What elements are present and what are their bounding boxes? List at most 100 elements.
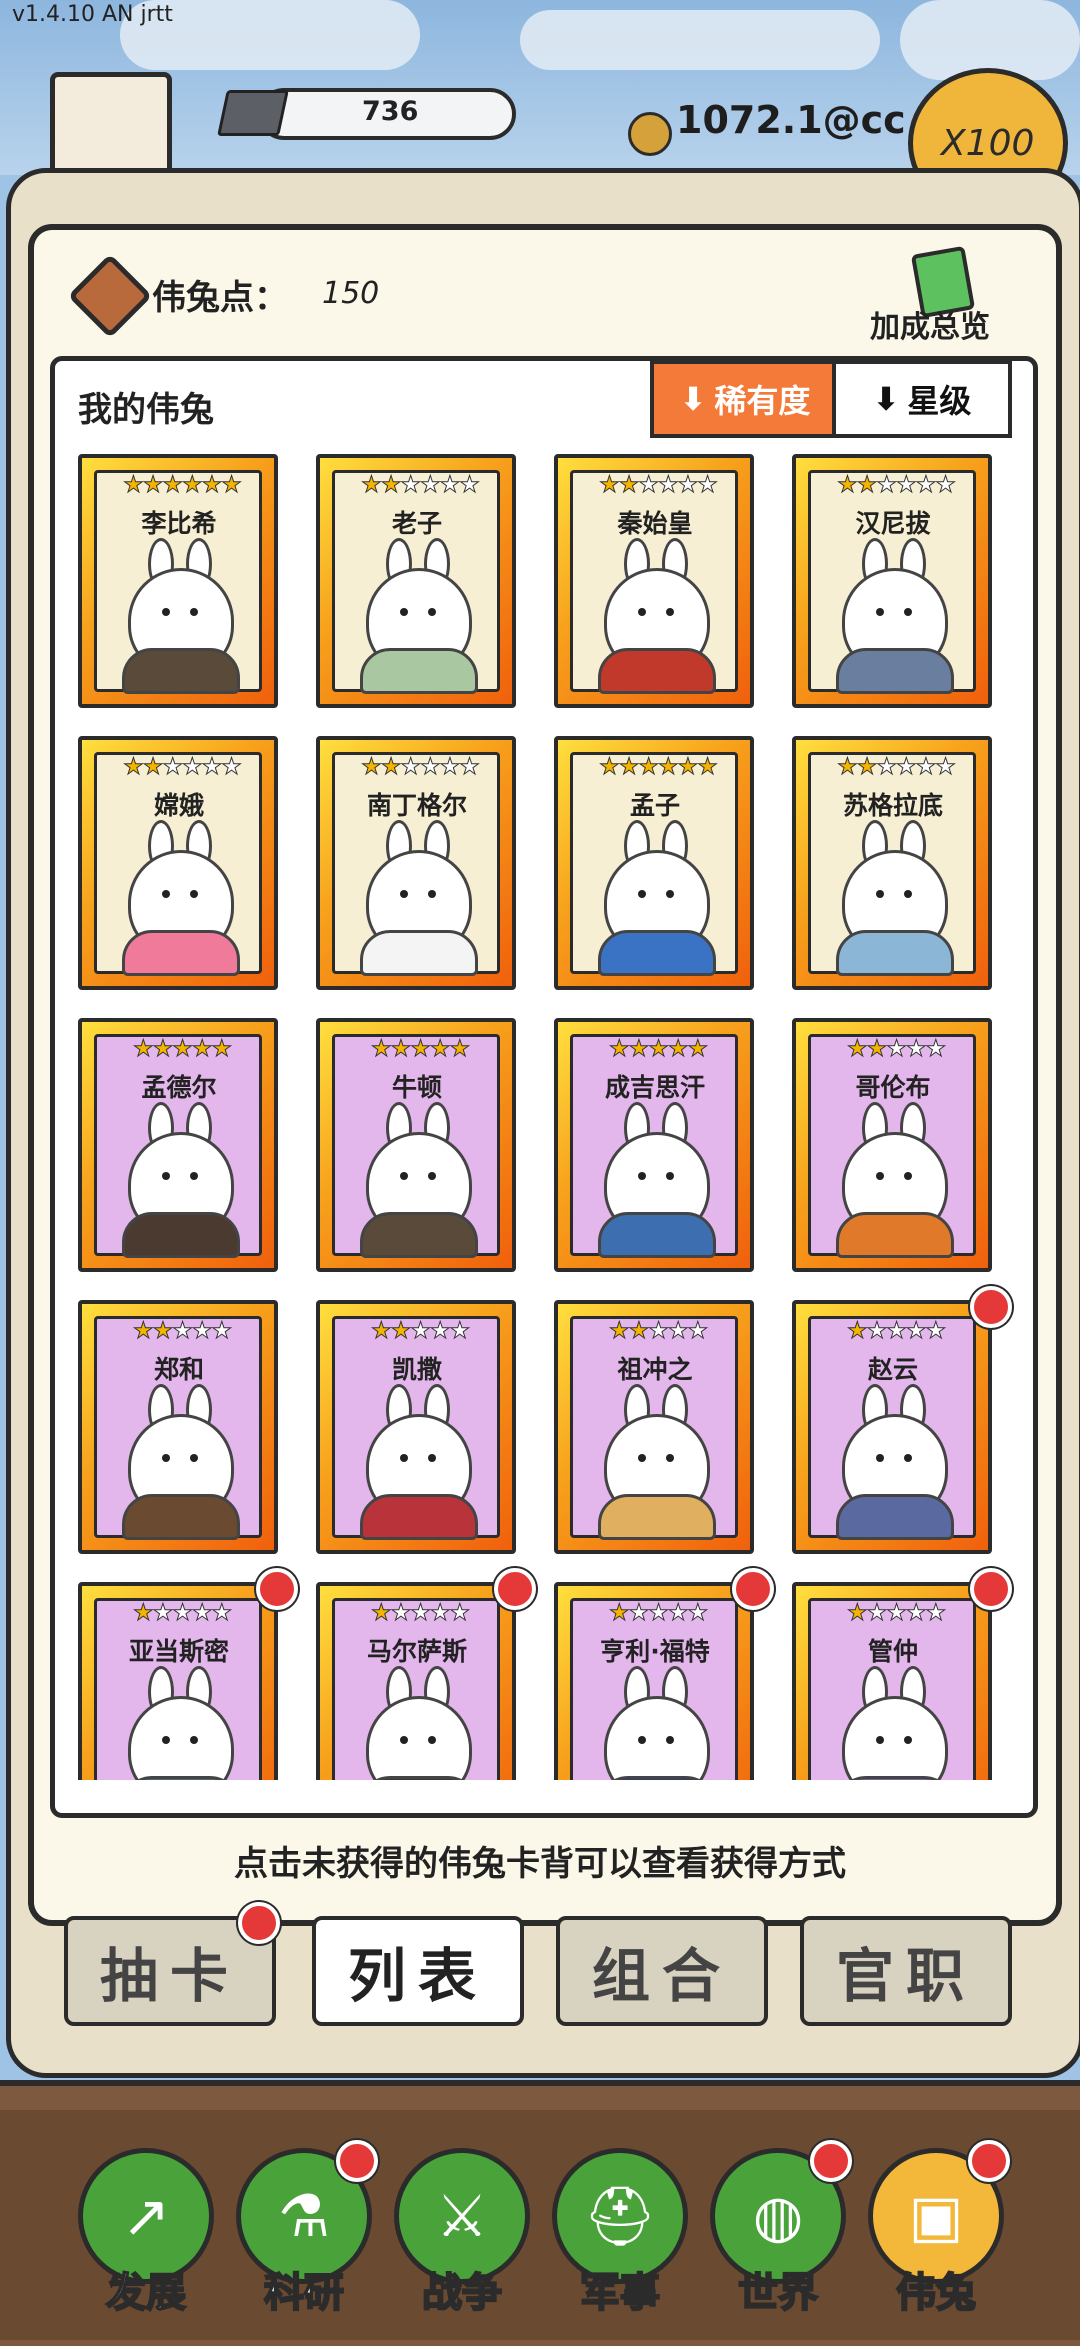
notification-dot: [968, 2140, 1010, 2182]
bunny-eye: [638, 1736, 646, 1744]
card-name: 牛顿: [391, 1073, 442, 1102]
star-icon: ★: [400, 754, 422, 781]
nav-label: 发展: [105, 2269, 187, 2317]
card-name: 李比希: [141, 509, 217, 538]
star-icon: ★: [648, 1036, 670, 1063]
bunny-eye: [904, 1736, 912, 1744]
tab-office[interactable]: 官职: [800, 1916, 1012, 2026]
bunny-card[interactable]: ★★★★★★ 汉尼拔: [792, 454, 992, 708]
tab-combo[interactable]: 组合: [556, 1916, 768, 2026]
star-icon: ★: [211, 1318, 233, 1345]
card-stars: ★★★★★: [576, 1318, 740, 1345]
star-icon: ★: [677, 472, 699, 499]
bunny-card[interactable]: ★★★★★ 牛顿: [316, 1018, 516, 1272]
bunny-card[interactable]: ★★★★★★ 李比希: [78, 454, 278, 708]
bunny-card[interactable]: ★★★★★ 赵云: [792, 1300, 992, 1554]
star-icon: ★: [876, 472, 898, 499]
star-icon: ★: [172, 1600, 194, 1627]
bunny-eye: [638, 608, 646, 616]
star-icon: ★: [667, 1600, 689, 1627]
card-name: 汉尼拔: [855, 509, 931, 538]
star-icon: ★: [866, 1600, 888, 1627]
star-icon: ★: [142, 472, 164, 499]
iron-ingot-icon: [217, 90, 289, 136]
star-icon: ★: [182, 472, 204, 499]
star-icon: ★: [925, 1036, 947, 1063]
card-stars: ★★★★★: [100, 1318, 264, 1345]
bunny-costume: [122, 1212, 240, 1258]
star-icon: ★: [172, 1318, 194, 1345]
bunny-card[interactable]: ★★★★★★ 孟子: [554, 736, 754, 990]
bunny-eye: [876, 1736, 884, 1744]
coin-amount: 1072.1@cc: [676, 98, 906, 142]
arrow-down-icon: ⬇: [872, 380, 900, 418]
bunny-eye: [400, 1172, 408, 1180]
bunny-points-label: 伟兔点：: [152, 278, 288, 318]
card-stars: ★★★★★★: [100, 472, 264, 499]
star-icon: ★: [628, 1036, 650, 1063]
star-icon: ★: [846, 1036, 868, 1063]
card-stars: ★★★★★: [100, 1600, 264, 1627]
bunny-eye: [400, 608, 408, 616]
sort-rarity-label: 稀有度: [714, 382, 811, 420]
nav-label: 世界: [737, 2269, 819, 2317]
bunny-eye: [428, 890, 436, 898]
notification-dot: [970, 1286, 1012, 1328]
star-icon: ★: [439, 754, 461, 781]
multiplier-label: X100: [941, 123, 1035, 164]
card-name: 凯撒: [391, 1355, 442, 1384]
bunny-eye: [904, 890, 912, 898]
bunny-costume: [598, 648, 716, 694]
card-stars: ★★★★★★: [338, 472, 502, 499]
star-icon: ★: [123, 472, 145, 499]
bunny-card[interactable]: ★★★★★ 哥伦布: [792, 1018, 992, 1272]
bunny-card[interactable]: ★★★★★ 管仲: [792, 1582, 992, 1780]
star-icon: ★: [420, 472, 442, 499]
star-icon: ★: [429, 1600, 451, 1627]
star-icon: ★: [638, 754, 660, 781]
star-icon: ★: [182, 754, 204, 781]
star-icon: ★: [608, 1318, 630, 1345]
bunny-card[interactable]: ★★★★★ 凯撒: [316, 1300, 516, 1554]
bunny-card[interactable]: ★★★★★ 成吉思汗: [554, 1018, 754, 1272]
star-icon: ★: [211, 1600, 233, 1627]
star-icon: ★: [599, 754, 621, 781]
bonus-overview-button[interactable]: 加成总览: [870, 302, 990, 346]
bunny-card[interactable]: ★★★★★ 祖冲之: [554, 1300, 754, 1554]
star-icon: ★: [410, 1036, 432, 1063]
bunny-card[interactable]: ★★★★★★ 嫦娥: [78, 736, 278, 990]
bunny-card[interactable]: ★★★★★★ 南丁格尔: [316, 736, 516, 990]
bunny-card[interactable]: ★★★★★ 亚当斯密: [78, 1582, 278, 1780]
bunny-card[interactable]: ★★★★★★ 老子: [316, 454, 516, 708]
star-icon: ★: [905, 1036, 927, 1063]
star-icon: ★: [132, 1318, 154, 1345]
notification-dot: [336, 2140, 378, 2182]
star-icon: ★: [866, 1318, 888, 1345]
bunny-card[interactable]: ★★★★★ 马尔萨斯: [316, 1582, 516, 1780]
star-icon: ★: [618, 472, 640, 499]
bunny-card[interactable]: ★★★★★ 亨利·福特: [554, 1582, 754, 1780]
tab-list[interactable]: 列表: [312, 1916, 524, 2026]
star-icon: ★: [886, 1036, 908, 1063]
star-icon: ★: [915, 754, 937, 781]
tab-combo-label: 组合: [591, 1942, 732, 2010]
bunny-card[interactable]: ★★★★★★ 苏格拉底: [792, 736, 992, 990]
bunny-card[interactable]: ★★★★★★ 秦始皇: [554, 454, 754, 708]
bunny-eye: [162, 1736, 170, 1744]
sort-by-star-button[interactable]: ⬇ 星级: [832, 360, 1012, 438]
player-avatar[interactable]: [50, 72, 172, 182]
star-icon: ★: [658, 472, 680, 499]
bunny-costume: [598, 1212, 716, 1258]
star-icon: ★: [221, 472, 243, 499]
star-icon: ★: [628, 1318, 650, 1345]
bunny-eye: [190, 890, 198, 898]
bunny-card[interactable]: ★★★★★ 郑和: [78, 1300, 278, 1554]
bunny-card[interactable]: ★★★★★ 孟德尔: [78, 1018, 278, 1272]
notification-dot: [238, 1902, 280, 1944]
star-icon: ★: [837, 472, 859, 499]
bunny-eye: [666, 890, 674, 898]
sort-by-rarity-button[interactable]: ⬇ 稀有度: [650, 360, 840, 438]
card-grid[interactable]: ★★★★★★ 李比希 ★★★★★★ 老子 ★★★★★★ 秦始皇 ★★★★★★ 汉尼拔 ★★★★★…: [70, 450, 1010, 1780]
tab-office-label: 官职: [835, 1942, 976, 2010]
star-icon: ★: [132, 1600, 154, 1627]
